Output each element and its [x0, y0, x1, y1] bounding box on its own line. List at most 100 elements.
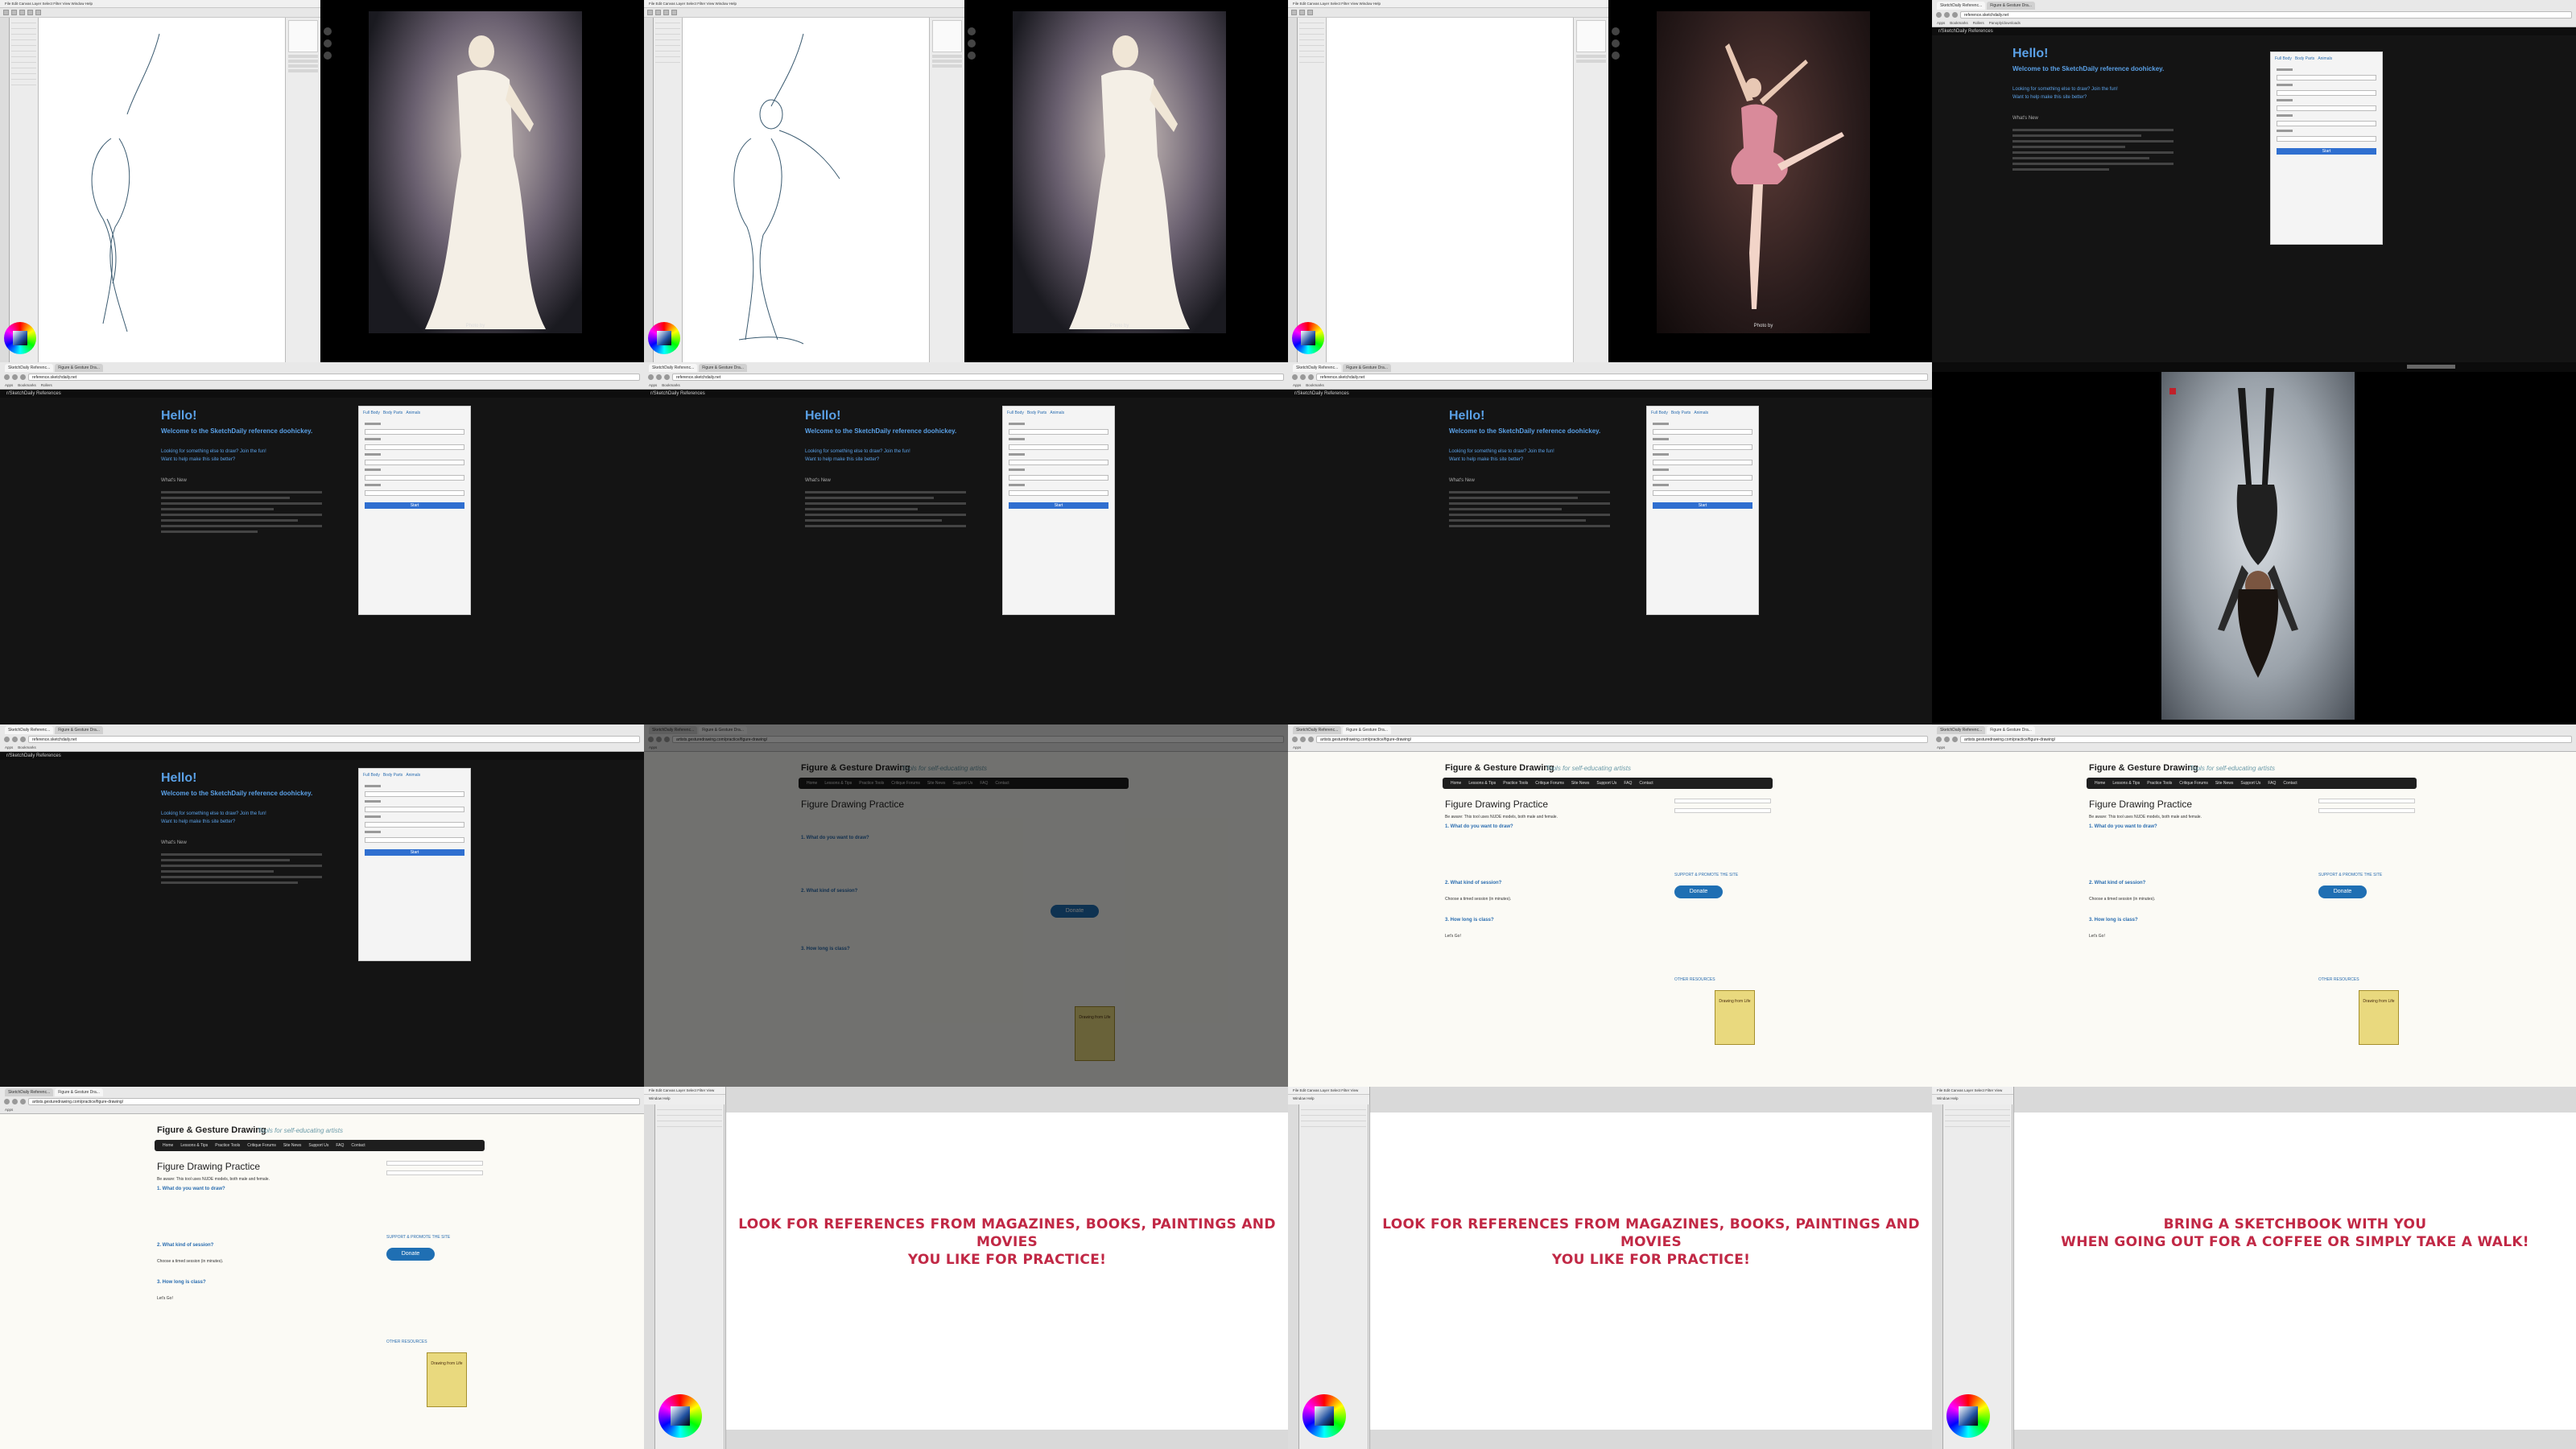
- nav-home[interactable]: Home: [163, 1143, 173, 1148]
- bookmark-item[interactable]: Apps: [649, 745, 657, 749]
- layers-panel[interactable]: [285, 18, 320, 362]
- undo-icon[interactable]: [27, 10, 33, 15]
- tab-figure-drawing[interactable]: Figure & Gesture Dra...: [1343, 726, 1391, 734]
- address-bar[interactable]: reference.sketchdaily.net: [672, 373, 1284, 381]
- tool-strip[interactable]: [644, 18, 654, 362]
- stop-icon[interactable]: [1612, 52, 1620, 60]
- nav-faq[interactable]: FAQ: [1624, 781, 1632, 786]
- tab-figure-drawing[interactable]: Figure & Gesture Dra...: [55, 364, 103, 372]
- nav-lessons[interactable]: Lessons & Tips: [1468, 781, 1496, 786]
- tab-figure-drawing[interactable]: Figure & Gesture Dra...: [1987, 726, 2035, 734]
- start-button[interactable]: Start: [1009, 502, 1108, 509]
- nav-critique[interactable]: Critique Forums: [1535, 781, 1564, 786]
- drawing-canvas[interactable]: [1327, 18, 1573, 362]
- pause-icon[interactable]: [1612, 27, 1620, 35]
- forward-icon[interactable]: [1300, 736, 1306, 742]
- pause-icon[interactable]: [324, 39, 332, 47]
- site-logo[interactable]: Figure & Gesture Drawing: [2089, 763, 2198, 773]
- forward-icon[interactable]: [1300, 374, 1306, 380]
- reload-icon[interactable]: [1308, 736, 1314, 742]
- forward-icon[interactable]: [12, 1098, 18, 1104]
- pause-icon[interactable]: [324, 27, 332, 35]
- drawing-canvas[interactable]: [683, 18, 929, 362]
- tool-strip[interactable]: [644, 1104, 655, 1449]
- start-button[interactable]: Start: [2277, 148, 2376, 155]
- open-file-icon[interactable]: [11, 10, 17, 15]
- back-icon[interactable]: [648, 736, 654, 742]
- stop-icon[interactable]: [324, 52, 332, 60]
- clothing-select[interactable]: [1653, 444, 1752, 450]
- gender-select[interactable]: [365, 429, 464, 435]
- reload-icon[interactable]: [1952, 736, 1958, 742]
- donate-button[interactable]: Donate: [386, 1248, 435, 1261]
- pose-select[interactable]: [2277, 105, 2376, 111]
- clothing-select[interactable]: [365, 807, 464, 812]
- improve-link[interactable]: Want to help make this site better?: [161, 819, 235, 824]
- address-bar[interactable]: artists.gesturedrawing.com/practice/figu…: [1316, 735, 1928, 743]
- nav-home[interactable]: Home: [2095, 781, 2105, 786]
- nav-support[interactable]: Support Us: [308, 1143, 328, 1148]
- address-bar[interactable]: reference.sketchdaily.net: [1316, 373, 1928, 381]
- tab-animals[interactable]: Animals: [1050, 411, 1064, 415]
- save-icon[interactable]: [19, 10, 25, 15]
- lets-go-button[interactable]: Let's Go!: [1445, 934, 1461, 939]
- tool-strip[interactable]: [1288, 18, 1298, 362]
- bookmark-item[interactable]: Bookmarks: [1950, 21, 1968, 25]
- nav-lessons[interactable]: Lessons & Tips: [2112, 781, 2140, 786]
- color-wheel-icon[interactable]: [4, 322, 36, 354]
- tab-body-parts[interactable]: Body Parts: [383, 411, 402, 415]
- back-icon[interactable]: [1292, 736, 1298, 742]
- app-menubar[interactable]: File Edit Canvas Layer Select Filter Vie…: [644, 0, 964, 8]
- pose-select[interactable]: [1009, 460, 1108, 465]
- tab-sketchdaily[interactable]: SketchDaily Referenc...: [1293, 726, 1342, 734]
- tab-animals[interactable]: Animals: [406, 773, 420, 778]
- tab-figure-drawing[interactable]: Figure & Gesture Dra...: [699, 364, 747, 372]
- time-select[interactable]: [1653, 490, 1752, 496]
- back-icon[interactable]: [1292, 374, 1298, 380]
- nav-critique[interactable]: Critique Forums: [2179, 781, 2208, 786]
- address-bar[interactable]: artists.gesturedrawing.com/practice/figu…: [1960, 735, 2572, 743]
- nav-faq[interactable]: FAQ: [2268, 781, 2276, 786]
- site-header[interactable]: r/SketchDaily References: [1288, 390, 1932, 398]
- reload-icon[interactable]: [664, 374, 670, 380]
- tool-strip[interactable]: [0, 18, 10, 362]
- tab-figure-drawing[interactable]: Figure & Gesture Dra...: [55, 726, 103, 734]
- open-file-icon[interactable]: [1299, 10, 1305, 15]
- reload-icon[interactable]: [20, 1098, 26, 1104]
- start-button[interactable]: Start: [365, 849, 464, 856]
- tab-figure-drawing[interactable]: Figure & Gesture Dra...: [699, 726, 747, 734]
- improve-link[interactable]: Want to help make this site better?: [805, 457, 879, 462]
- view-select[interactable]: [2277, 121, 2376, 126]
- nav-contact[interactable]: Contact: [995, 781, 1009, 786]
- nav-critique[interactable]: Critique Forums: [247, 1143, 276, 1148]
- nav-critique[interactable]: Critique Forums: [891, 781, 920, 786]
- color-wheel-icon[interactable]: [1946, 1394, 1990, 1438]
- pose-select[interactable]: [365, 822, 464, 828]
- reload-icon[interactable]: [1952, 11, 1958, 18]
- app-menubar[interactable]: File Edit Canvas Layer Select Filter Vie…: [0, 0, 320, 8]
- tab-sketchdaily[interactable]: SketchDaily Referenc...: [649, 726, 698, 734]
- site-header[interactable]: r/SketchDaily References: [1932, 27, 2576, 35]
- clothing-select[interactable]: [365, 444, 464, 450]
- site-header[interactable]: r/SketchDaily References: [0, 390, 644, 398]
- site-logo[interactable]: Figure & Gesture Drawing: [1445, 763, 1554, 773]
- address-bar[interactable]: artists.gesturedrawing.com/practice/figu…: [672, 735, 1284, 743]
- improve-link[interactable]: Want to help make this site better?: [1449, 457, 1523, 462]
- tab-animals[interactable]: Animals: [2318, 56, 2332, 61]
- address-bar[interactable]: reference.sketchdaily.net: [1960, 10, 2572, 19]
- nav-support[interactable]: Support Us: [952, 781, 972, 786]
- improve-link[interactable]: Want to help make this site better?: [2013, 95, 2087, 100]
- tab-figure-drawing[interactable]: Figure & Gesture Dra...: [55, 1088, 103, 1096]
- bookmark-item[interactable]: Bookmarks: [18, 745, 36, 749]
- site-header[interactable]: r/SketchDaily References: [0, 752, 644, 760]
- bookmark-item[interactable]: Apps: [1937, 21, 1945, 25]
- join-link[interactable]: Looking for something else to draw? Join…: [161, 811, 266, 816]
- tab-sketchdaily[interactable]: SketchDaily Referenc...: [1937, 2, 1986, 10]
- address-bar[interactable]: reference.sketchdaily.net: [28, 735, 640, 743]
- forward-icon[interactable]: [12, 736, 18, 742]
- back-icon[interactable]: [648, 374, 654, 380]
- nav-practice[interactable]: Practice Tools: [2147, 781, 2172, 786]
- gender-select[interactable]: [1653, 429, 1752, 435]
- color-wheel-icon[interactable]: [658, 1394, 702, 1438]
- back-icon[interactable]: [4, 1098, 10, 1104]
